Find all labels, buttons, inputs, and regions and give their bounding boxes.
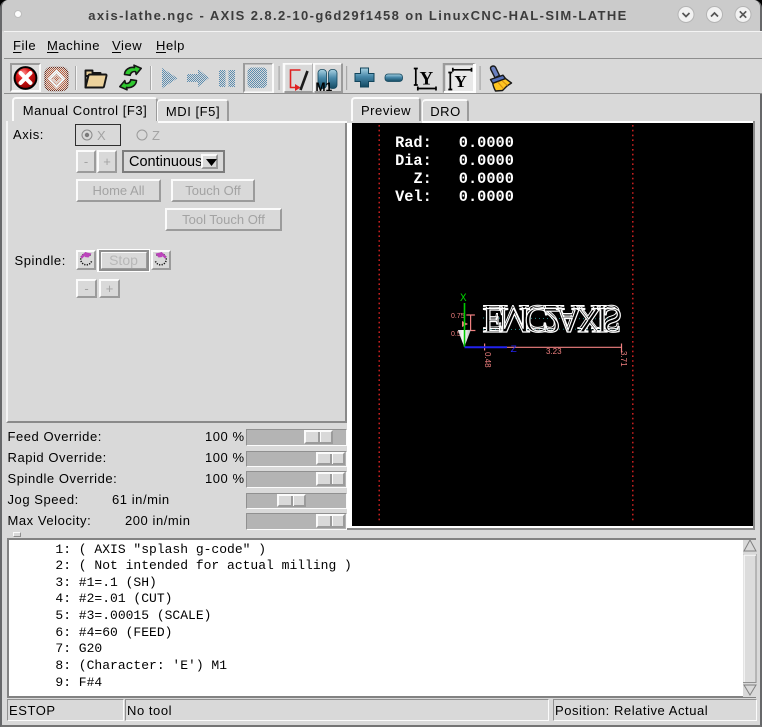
svg-text:EMC2 AXIS: EMC2 AXIS xyxy=(483,301,623,341)
svg-text:0.75: 0.75 xyxy=(451,313,465,320)
svg-text:X: X xyxy=(460,293,467,305)
svg-text:Y: Y xyxy=(420,69,434,90)
svg-text:3.23: 3.23 xyxy=(546,347,562,356)
svg-text:Dia:: Dia: xyxy=(395,152,432,170)
svg-text:0.0000: 0.0000 xyxy=(459,188,514,206)
svg-text:M1: M1 xyxy=(316,80,333,93)
svg-text:Vel:: Vel: xyxy=(395,188,432,206)
svg-text:0.48: 0.48 xyxy=(483,352,492,368)
svg-text:0.0000: 0.0000 xyxy=(459,134,514,152)
svg-text:Z:: Z: xyxy=(413,170,431,188)
svg-text:Rad:: Rad: xyxy=(395,134,432,152)
svg-text:0.0000: 0.0000 xyxy=(459,152,514,170)
svg-text:Z: Z xyxy=(511,344,517,356)
svg-text:Y: Y xyxy=(455,72,467,91)
svg-text:0.0000: 0.0000 xyxy=(459,170,514,188)
svg-text:3.71: 3.71 xyxy=(619,351,628,367)
